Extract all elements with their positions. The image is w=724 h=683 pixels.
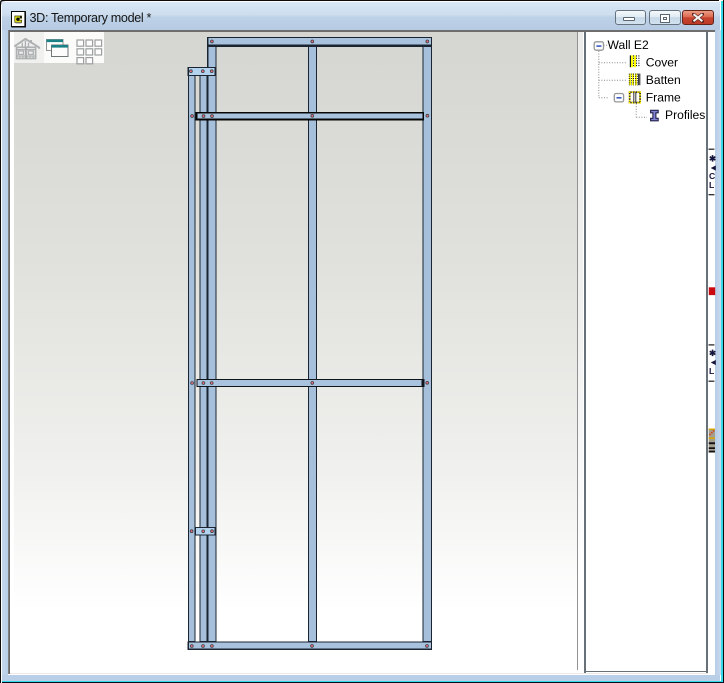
svg-text:Cover: Cover bbox=[645, 55, 677, 69]
svg-text:L: L bbox=[709, 366, 714, 376]
svg-text:Profiles: Profiles bbox=[665, 108, 705, 122]
svg-text:Frame: Frame bbox=[645, 90, 680, 104]
svg-text:Wall E2: Wall E2 bbox=[607, 38, 648, 52]
svg-text:L: L bbox=[709, 180, 714, 190]
svg-text:Batten: Batten bbox=[645, 73, 680, 87]
